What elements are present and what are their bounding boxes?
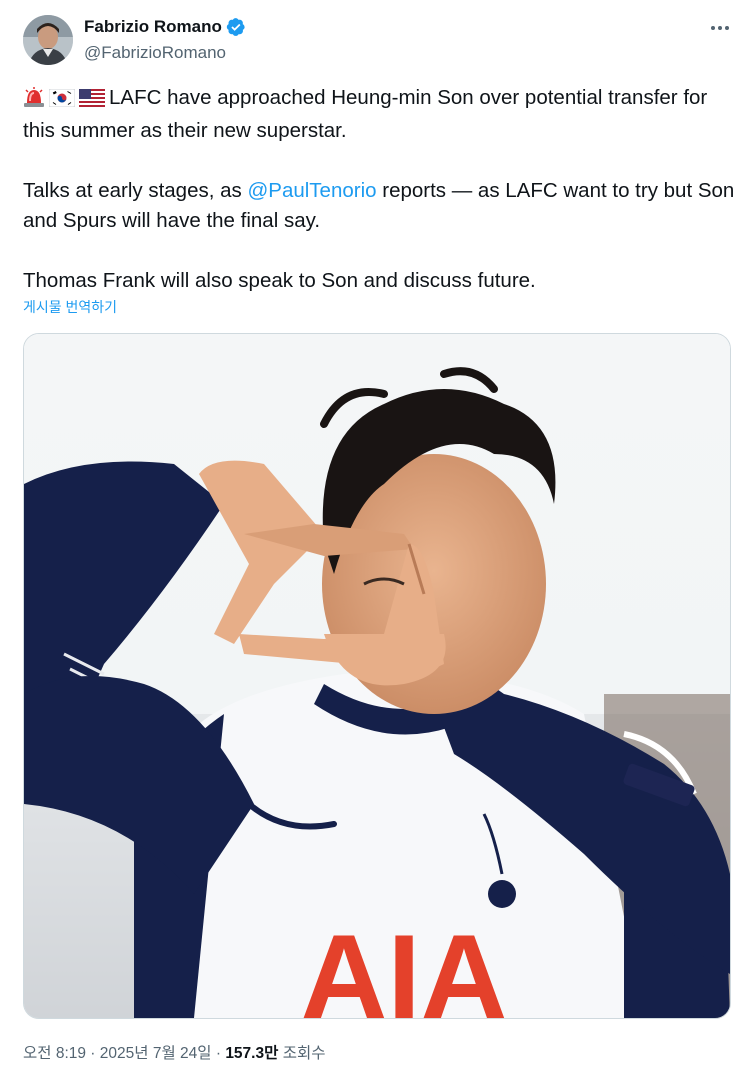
view-label: 조회수 bbox=[282, 1045, 326, 1062]
translate-post-link[interactable]: 게시물 번역하기 bbox=[23, 297, 117, 317]
author-name-row[interactable]: Fabrizio Romano bbox=[84, 17, 246, 37]
avatar[interactable] bbox=[23, 15, 73, 65]
view-count: 157.3만 bbox=[225, 1045, 279, 1062]
mention-link[interactable]: @PaulTenorio bbox=[247, 179, 376, 202]
meta-separator-2: · bbox=[211, 1045, 226, 1062]
tweet-paragraph-3: Thomas Frank will also speak to Son and … bbox=[23, 269, 536, 292]
south-korea-flag-emoji bbox=[48, 86, 76, 116]
meta-separator: · bbox=[86, 1045, 100, 1062]
tweet-media[interactable]: AIA bbox=[23, 333, 731, 1019]
tweet-paragraph-2: Talks at early stages, as @PaulTenorio r… bbox=[23, 176, 735, 236]
siren-emoji bbox=[23, 86, 45, 116]
verified-badge-icon bbox=[226, 17, 246, 37]
player-photo: AIA bbox=[24, 334, 730, 1018]
tweet: Fabrizio Romano @FabrizioRomano LAFC hav… bbox=[0, 0, 751, 1074]
tweet-paragraph-1: LAFC have approached Heung-min Son over … bbox=[23, 83, 735, 146]
more-button[interactable] bbox=[706, 20, 734, 36]
tweet-meta: 오전 8:19 · 2025년 7월 24일 · 157.3만 조회수 bbox=[23, 1041, 325, 1063]
shirt-sponsor-text: AIA bbox=[301, 910, 508, 1018]
tweet-text: LAFC have approached Heung-min Son over … bbox=[23, 83, 735, 296]
usa-flag-emoji bbox=[79, 86, 105, 116]
author-name[interactable]: Fabrizio Romano bbox=[84, 17, 222, 37]
more-dots-icon bbox=[711, 26, 729, 30]
author-handle[interactable]: @FabrizioRomano bbox=[84, 43, 226, 63]
tweet-date[interactable]: 2025년 7월 24일 bbox=[100, 1045, 212, 1062]
tweet-time[interactable]: 오전 8:19 bbox=[23, 1045, 86, 1062]
avatar-image bbox=[23, 15, 73, 65]
tweet-line-1: LAFC have approached Heung-min Son over … bbox=[23, 86, 708, 142]
tweet-line-2-start: Talks at early stages, as bbox=[23, 179, 248, 202]
